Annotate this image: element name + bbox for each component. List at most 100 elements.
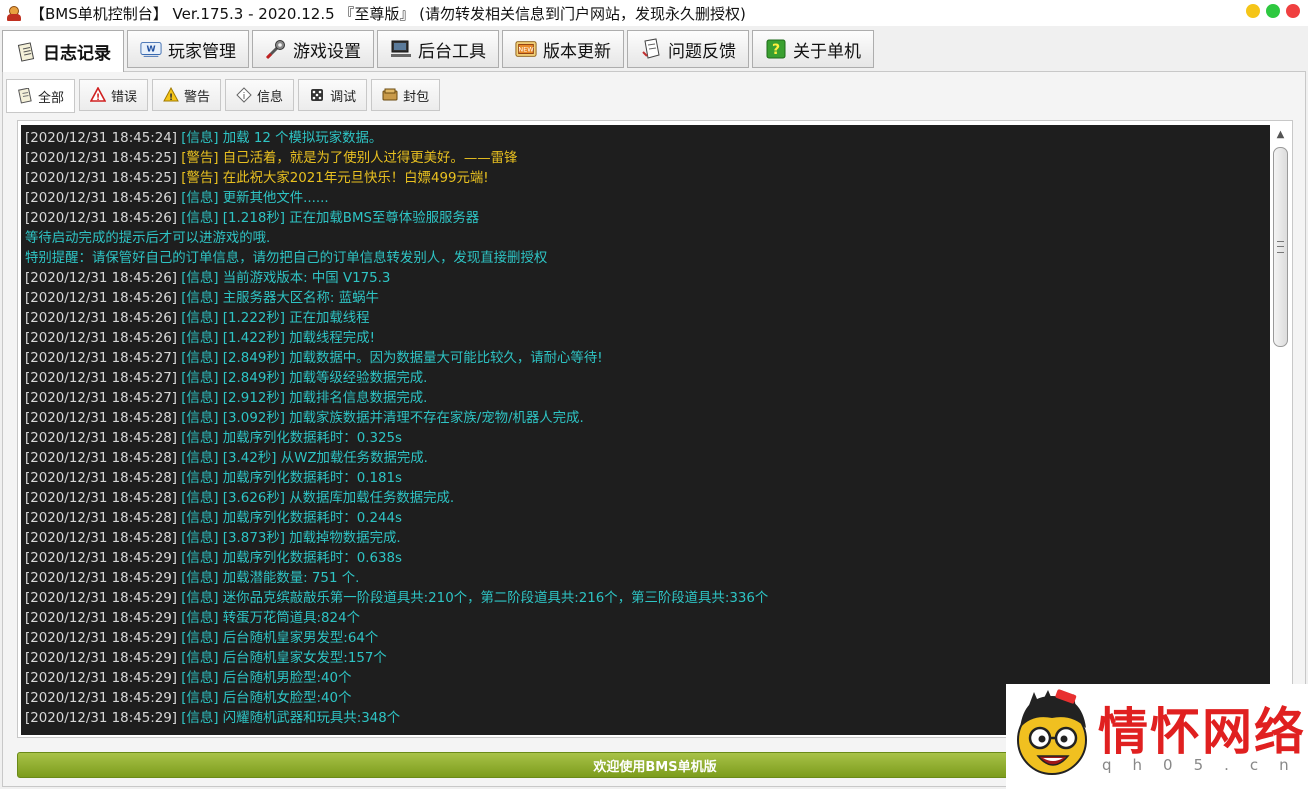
tab-about[interactable]: ? 关于单机 (752, 30, 874, 68)
minimize-button[interactable] (1246, 4, 1260, 18)
log-line: [2020/12/31 18:45:28] [信息] [3.626秒] 从数据库… (25, 489, 1270, 509)
log-timestamp: [2020/12/31 18:45:27] (25, 351, 178, 366)
tab-label: 后台工具 (418, 41, 486, 62)
log-message: 等待启动完成的提示后才可以进游戏的哦. (25, 231, 271, 246)
filter-debug[interactable]: 调试 (298, 79, 368, 111)
watermark: 情怀网络 qh05.cn (1006, 684, 1308, 789)
filter-label: 全部 (38, 90, 65, 106)
notebook-icon (15, 41, 37, 63)
log-level-tag: [信息] (181, 211, 219, 226)
log-message: 转蛋万花筒道具:824个 (222, 611, 360, 626)
scroll-up-button[interactable]: ▲ (1271, 125, 1290, 143)
tab-backend-tools[interactable]: 后台工具 (377, 30, 499, 68)
info-icon: i (236, 87, 252, 103)
filter-packet[interactable]: 封包 (371, 79, 441, 111)
log-message: [1.218秒] 正在加载BMS至尊体验服服务器 (222, 211, 480, 226)
log-timestamp: [2020/12/31 18:45:28] (25, 451, 178, 466)
log-timestamp: [2020/12/31 18:45:29] (25, 691, 178, 706)
filter-label: 错误 (111, 89, 138, 105)
filter-warning[interactable]: ! 警告 (152, 79, 222, 111)
log-timestamp: [2020/12/31 18:45:25] (25, 151, 178, 166)
packet-icon (382, 87, 398, 103)
notebook-icon (17, 88, 33, 104)
tab-log[interactable]: 日志记录 (2, 30, 124, 72)
log-level-tag: [警告] (181, 151, 219, 166)
log-level-tag: [信息] (181, 511, 219, 526)
log-timestamp: [2020/12/31 18:45:26] (25, 271, 178, 286)
log-message: 后台随机皇家男发型:64个 (222, 631, 379, 646)
log-message: 自己活着，就是为了使别人过得更美好。——雷锋 (222, 151, 518, 166)
warning-icon: ! (163, 87, 179, 103)
log-level-tag: [信息] (181, 411, 219, 426)
log-message: 加载 12 个模拟玩家数据。 (222, 131, 383, 146)
log-level-tag: [信息] (181, 451, 219, 466)
tab-player-management[interactable]: W 玩家管理 (127, 30, 249, 68)
log-line: [2020/12/31 18:45:29] [信息] 转蛋万花筒道具:824个 (25, 609, 1270, 629)
log-timestamp: [2020/12/31 18:45:29] (25, 671, 178, 686)
log-timestamp: [2020/12/31 18:45:28] (25, 411, 178, 426)
svg-text:NEW: NEW (518, 46, 534, 54)
filter-info[interactable]: i 信息 (225, 79, 295, 111)
tab-feedback[interactable]: 问题反馈 (627, 30, 749, 68)
log-message: 主服务器大区名称: 蓝蜗牛 (222, 291, 379, 306)
log-timestamp: [2020/12/31 18:45:26] (25, 191, 178, 206)
log-timestamp: [2020/12/31 18:45:29] (25, 651, 178, 666)
title-bar[interactable]: 【BMS单机控制台】 Ver.175.3 - 2020.12.5 『至尊版』 (… (0, 0, 1308, 26)
watermark-brand: 情怀网络 (1098, 702, 1306, 761)
filter-error[interactable]: ! 错误 (79, 79, 149, 111)
filter-all[interactable]: 全部 (6, 79, 76, 113)
log-message: [3.626秒] 从数据库加载任务数据完成. (222, 491, 455, 506)
log-message: [3.42秒] 从WZ加载任务数据完成. (222, 451, 428, 466)
log-message: [1.222秒] 正在加载线程 (222, 311, 370, 326)
log-output[interactable]: [2020/12/31 18:45:24] [信息] 加载 12 个模拟玩家数据… (21, 125, 1270, 735)
log-level-tag: [信息] (181, 311, 219, 326)
computer-icon (390, 38, 412, 60)
app-icon (6, 5, 22, 21)
log-level-tag: [信息] (181, 671, 219, 686)
log-timestamp: [2020/12/31 18:45:25] (25, 171, 178, 186)
log-message: 在此祝大家2021年元旦快乐！白嫖499元端! (222, 171, 489, 186)
log-level-tag: [信息] (181, 611, 219, 626)
maximize-button[interactable] (1266, 4, 1280, 18)
log-timestamp: [2020/12/31 18:45:28] (25, 531, 178, 546)
filter-label: 警告 (184, 89, 211, 105)
log-scrollbar[interactable]: ▲ (1271, 125, 1290, 735)
log-level-tag: [信息] (181, 431, 219, 446)
log-line: [2020/12/31 18:45:26] [信息] [1.218秒] 正在加载… (25, 209, 1270, 229)
app-window: 【BMS单机控制台】 Ver.175.3 - 2020.12.5 『至尊版』 (… (0, 0, 1308, 789)
close-button[interactable] (1286, 4, 1300, 18)
svg-text:!: ! (169, 93, 173, 103)
log-timestamp: [2020/12/31 18:45:29] (25, 551, 178, 566)
web-user-icon: W (140, 38, 162, 60)
log-level-tag: [信息] (181, 191, 219, 206)
window-title: 【BMS单机控制台】 Ver.175.3 - 2020.12.5 『至尊版』 (… (30, 4, 746, 23)
log-message: 闪耀随机武器和玩具共:348个 (222, 711, 401, 726)
log-line: [2020/12/31 18:45:28] [信息] [3.42秒] 从WZ加载… (25, 449, 1270, 469)
log-message: [3.873秒] 加载掉物数据完成. (222, 531, 401, 546)
log-line: [2020/12/31 18:45:27] [信息] [2.849秒] 加载数据… (25, 349, 1270, 369)
log-timestamp: [2020/12/31 18:45:27] (25, 391, 178, 406)
log-message: [3.092秒] 加载家族数据并清理不存在家族/宠物/机器人完成. (222, 411, 584, 426)
log-timestamp: [2020/12/31 18:45:26] (25, 331, 178, 346)
update-icon: NEW (515, 38, 537, 60)
tab-game-settings[interactable]: 游戏设置 (252, 30, 374, 68)
log-line: [2020/12/31 18:45:26] [信息] [1.422秒] 加载线程… (25, 329, 1270, 349)
log-message: 加载序列化数据耗时：0.325s (222, 431, 403, 446)
feedback-icon (640, 38, 662, 60)
log-message: 加载潜能数量: 751 个. (222, 571, 360, 586)
log-level-tag: [信息] (181, 531, 219, 546)
watermark-site: qh05.cn (1102, 756, 1308, 774)
log-timestamp: [2020/12/31 18:45:28] (25, 511, 178, 526)
log-line: [2020/12/31 18:45:28] [信息] [3.092秒] 加载家族… (25, 409, 1270, 429)
log-level-tag: [信息] (181, 391, 219, 406)
tab-label: 日志记录 (43, 44, 111, 64)
log-timestamp: [2020/12/31 18:45:29] (25, 591, 178, 606)
tab-version-update[interactable]: NEW 版本更新 (502, 30, 624, 68)
log-timestamp: [2020/12/31 18:45:29] (25, 571, 178, 586)
log-message: [2.912秒] 加载排名信息数据完成. (222, 391, 428, 406)
svg-text:i: i (243, 92, 246, 102)
scroll-thumb[interactable] (1273, 147, 1288, 347)
wrench-icon (265, 38, 287, 60)
log-timestamp: [2020/12/31 18:45:28] (25, 491, 178, 506)
log-message: [1.422秒] 加载线程完成! (222, 331, 375, 346)
